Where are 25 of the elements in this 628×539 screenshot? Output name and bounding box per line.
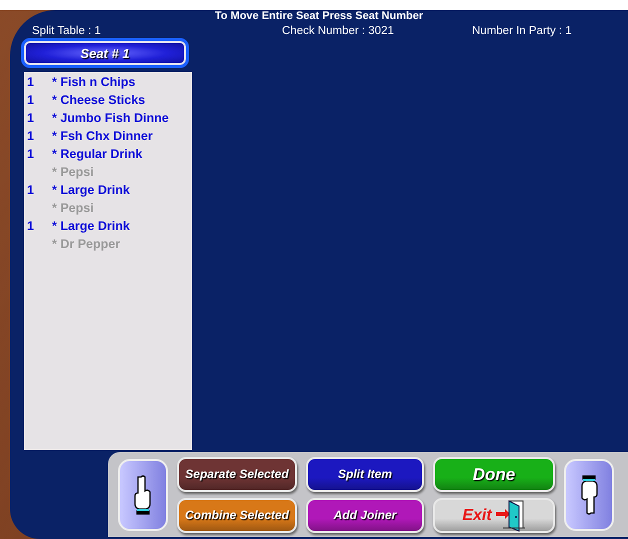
exit-door-icon xyxy=(494,498,526,532)
quantity-text: 1 xyxy=(26,147,35,161)
quantity-text: 1 xyxy=(26,219,35,233)
quantity-text: 1 xyxy=(26,111,35,125)
order-item[interactable]: * Large Drink xyxy=(52,183,130,197)
quantity-text: 1 xyxy=(26,75,35,89)
instruction-text: To Move Entire Seat Press Seat Number xyxy=(214,10,424,22)
order-item[interactable]: * Fish n Chips xyxy=(52,75,136,89)
seat-button[interactable]: Seat # 1 xyxy=(24,41,186,65)
action-button[interactable]: Add Joiner xyxy=(306,498,424,532)
order-item[interactable]: * Fsh Chx Dinner xyxy=(52,129,153,143)
split-table-label: Split Table : 1 xyxy=(32,25,102,37)
scroll-down-button[interactable] xyxy=(564,458,614,530)
action-button[interactable]: Separate Selected xyxy=(177,456,297,492)
order-item[interactable]: * Jumbo Fish Dinne xyxy=(52,111,169,125)
party-size-label: Number In Party : 1 xyxy=(472,25,573,37)
scroll-up-button[interactable] xyxy=(118,458,168,530)
quantity-text: 1 xyxy=(26,183,35,197)
quantity-text: 1 xyxy=(26,93,35,107)
check-number-label: Check Number : 3021 xyxy=(282,25,395,37)
order-item[interactable]: * Cheese Sticks xyxy=(52,93,146,107)
order-item[interactable]: * Large Drink xyxy=(52,219,130,233)
quantity-text: 1 xyxy=(26,129,35,143)
order-item[interactable]: * Regular Drink xyxy=(52,147,142,161)
action-button[interactable]: Split Item xyxy=(306,456,424,492)
